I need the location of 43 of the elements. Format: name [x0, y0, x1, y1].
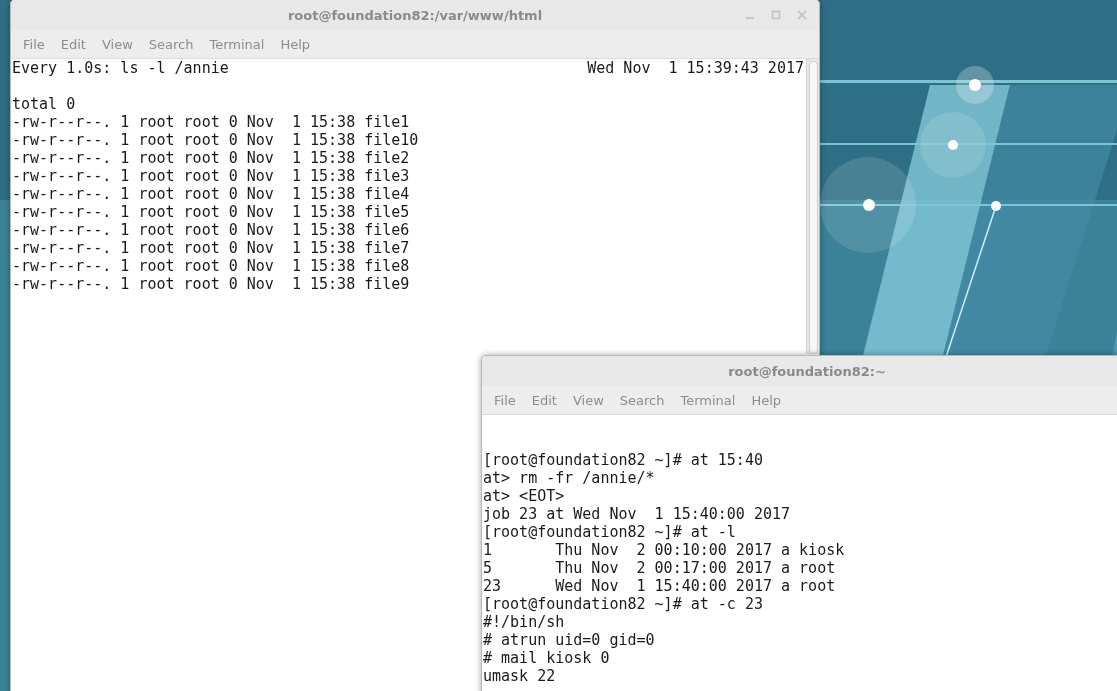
maximize-icon[interactable]	[769, 8, 783, 22]
window-title: root@foundation82:/var/www/html	[287, 7, 543, 23]
menu-item[interactable]: Help	[272, 36, 319, 52]
close-icon[interactable]	[795, 8, 809, 22]
menu-item[interactable]: Help	[743, 392, 790, 408]
menu-item[interactable]: Search	[140, 36, 202, 52]
terminal-line: [root@foundation82 ~]# at -l	[483, 523, 737, 541]
menu-item[interactable]: View	[564, 392, 612, 408]
watch-timestamp: Wed Nov 1 15:39:43 2017	[587, 59, 804, 77]
menu-item[interactable]: Edit	[52, 36, 94, 52]
menu-item[interactable]: Terminal	[672, 392, 744, 408]
terminal-line: at> rm -fr /annie/*	[483, 469, 656, 487]
terminal-line: total 0	[12, 95, 77, 113]
terminal-line: [root@foundation82 ~]# at -c 23	[483, 595, 764, 613]
window-title: root@foundation82:~	[728, 363, 886, 379]
scrollbar[interactable]	[806, 59, 819, 354]
menu-item[interactable]: Terminal	[201, 36, 273, 52]
terminal-line: umask 22	[483, 667, 557, 685]
terminal-line: # atrun uid=0 gid=0	[483, 631, 656, 649]
menu-item[interactable]: File	[486, 392, 524, 408]
terminal-line: 5 Thu Nov 2 00:17:00 2017 a root	[483, 559, 837, 577]
terminal-line: -rw-r--r--. 1 root root 0 Nov 1 15:38 file1	[12, 113, 411, 131]
terminal-line: at> <EOT>	[483, 487, 566, 505]
menu-item[interactable]: Edit	[523, 392, 565, 408]
menu-item[interactable]: File	[15, 36, 53, 52]
terminal-line: -rw-r--r--. 1 root root 0 Nov 1 15:38 file8	[12, 257, 411, 275]
watch-command: Every 1.0s: ls -l /annie	[12, 59, 229, 77]
terminal-line: #!/bin/sh	[483, 613, 566, 631]
terminal-line: -rw-r--r--. 1 root root 0 Nov 1 15:38 file10	[12, 131, 420, 149]
terminal-line: # mail kiosk 0	[483, 649, 611, 667]
terminal-line: -rw-r--r--. 1 root root 0 Nov 1 15:38 file4	[12, 185, 411, 203]
menu-item[interactable]: View	[93, 36, 141, 52]
terminal-line: -rw-r--r--. 1 root root 0 Nov 1 15:38 file2	[12, 149, 411, 167]
terminal-line: -rw-r--r--. 1 root root 0 Nov 1 15:38 file7	[12, 239, 411, 257]
terminal-line: -rw-r--r--. 1 root root 0 Nov 1 15:38 file5	[12, 203, 411, 221]
terminal-line: job 23 at Wed Nov 1 15:40:00 2017	[483, 505, 792, 523]
menu-item[interactable]: Search	[611, 392, 673, 408]
terminal-line: -rw-r--r--. 1 root root 0 Nov 1 15:38 file3	[12, 167, 411, 185]
terminal-line: -rw-r--r--. 1 root root 0 Nov 1 15:38 file6	[12, 221, 411, 239]
terminal-line: -rw-r--r--. 1 root root 0 Nov 1 15:38 file9	[12, 275, 411, 293]
terminal-line: 23 Wed Nov 1 15:40:00 2017 a root	[483, 577, 837, 595]
terminal-line: [root@foundation82 ~]# at 15:40	[483, 451, 764, 469]
terminal-line: 1 Thu Nov 2 00:10:00 2017 a kiosk	[483, 541, 846, 559]
